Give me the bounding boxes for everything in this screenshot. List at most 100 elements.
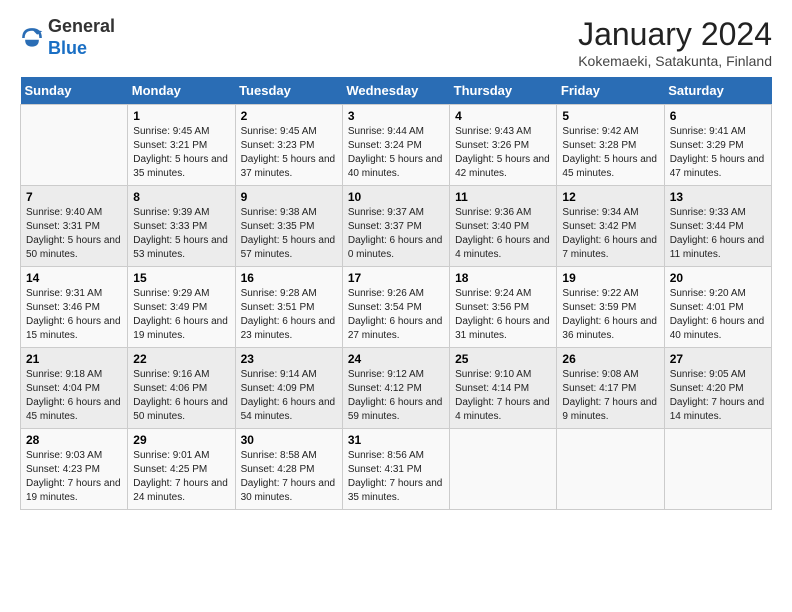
day-info: Sunrise: 9:37 AMSunset: 3:37 PMDaylight:… bbox=[348, 206, 444, 262]
day-number: 6 bbox=[670, 109, 766, 123]
calendar-cell: 23Sunrise: 9:14 AMSunset: 4:09 PMDayligh… bbox=[235, 348, 342, 429]
calendar-cell bbox=[21, 105, 128, 186]
logo-general: General bbox=[48, 16, 115, 36]
day-number: 18 bbox=[455, 271, 551, 285]
day-number: 26 bbox=[562, 352, 658, 366]
day-number: 29 bbox=[133, 433, 229, 447]
calendar-cell: 8Sunrise: 9:39 AMSunset: 3:33 PMDaylight… bbox=[128, 186, 235, 267]
day-info: Sunrise: 8:56 AMSunset: 4:31 PMDaylight:… bbox=[348, 449, 444, 505]
calendar-cell: 18 Sunrise: 9:24 AMSunset: 3:56 PMDayligh… bbox=[450, 267, 557, 348]
day-info: Sunrise: 9:43 AMSunset: 3:26 PMDaylight:… bbox=[455, 125, 551, 181]
calendar-cell: 10Sunrise: 9:37 AMSunset: 3:37 PMDayligh… bbox=[342, 186, 449, 267]
day-info: Sunrise: 9:44 AMSunset: 3:24 PMDaylight:… bbox=[348, 125, 444, 181]
day-info: Sunrise: 9:36 AMSunset: 3:40 PMDaylight:… bbox=[455, 206, 551, 262]
calendar-cell: 31 Sunrise: 8:56 AMSunset: 4:31 PMDayligh… bbox=[342, 429, 449, 510]
day-header-monday: Monday bbox=[128, 77, 235, 105]
calendar-cell: 27Sunrise: 9:05 AMSunset: 4:20 PMDayligh… bbox=[664, 348, 771, 429]
day-info: Sunrise: 9:01 AMSunset: 4:25 PMDaylight:… bbox=[133, 449, 229, 505]
calendar-cell: 25Sunrise: 9:10 AMSunset: 4:14 PMDayligh… bbox=[450, 348, 557, 429]
calendar-cell: 2 Sunrise: 9:45 AMSunset: 3:23 PMDaylight… bbox=[235, 105, 342, 186]
logo-text: General Blue bbox=[48, 16, 115, 59]
calendar-cell: 20 Sunrise: 9:20 AMSunset: 4:01 PMDayligh… bbox=[664, 267, 771, 348]
day-info: Sunrise: 9:29 AMSunset: 3:49 PMDaylight:… bbox=[133, 287, 229, 343]
calendar-cell: 6 Sunrise: 9:41 AMSunset: 3:29 PMDaylight… bbox=[664, 105, 771, 186]
day-header-wednesday: Wednesday bbox=[342, 77, 449, 105]
day-info: Sunrise: 9:24 AMSunset: 3:56 PMDaylight:… bbox=[455, 287, 551, 343]
day-info: Sunrise: 9:40 AMSunset: 3:31 PMDaylight:… bbox=[26, 206, 122, 262]
location-subtitle: Kokemaeki, Satakunta, Finland bbox=[578, 53, 772, 69]
calendar-cell: 15 Sunrise: 9:29 AMSunset: 3:49 PMDayligh… bbox=[128, 267, 235, 348]
logo-blue: Blue bbox=[48, 38, 87, 58]
day-number: 23 bbox=[241, 352, 337, 366]
day-info: Sunrise: 9:10 AMSunset: 4:14 PMDaylight:… bbox=[455, 368, 551, 424]
day-info: Sunrise: 9:42 AMSunset: 3:28 PMDaylight:… bbox=[562, 125, 658, 181]
calendar-cell: 4 Sunrise: 9:43 AMSunset: 3:26 PMDaylight… bbox=[450, 105, 557, 186]
week-row-4: 21Sunrise: 9:18 AMSunset: 4:04 PMDayligh… bbox=[21, 348, 772, 429]
logo-icon bbox=[20, 26, 44, 50]
calendar-cell: 16Sunrise: 9:28 AMSunset: 3:51 PMDayligh… bbox=[235, 267, 342, 348]
day-headers-row: SundayMondayTuesdayWednesdayThursdayFrid… bbox=[21, 77, 772, 105]
calendar-cell: 29 Sunrise: 9:01 AMSunset: 4:25 PMDayligh… bbox=[128, 429, 235, 510]
calendar-cell: 5 Sunrise: 9:42 AMSunset: 3:28 PMDaylight… bbox=[557, 105, 664, 186]
calendar-cell: 17 Sunrise: 9:26 AMSunset: 3:54 PMDayligh… bbox=[342, 267, 449, 348]
calendar-cell bbox=[450, 429, 557, 510]
day-number: 14 bbox=[26, 271, 122, 285]
day-number: 11 bbox=[455, 190, 551, 204]
day-number: 4 bbox=[455, 109, 551, 123]
calendar-cell: 9Sunrise: 9:38 AMSunset: 3:35 PMDaylight… bbox=[235, 186, 342, 267]
calendar-cell: 19Sunrise: 9:22 AMSunset: 3:59 PMDayligh… bbox=[557, 267, 664, 348]
day-info: Sunrise: 9:45 AMSunset: 3:23 PMDaylight:… bbox=[241, 125, 337, 181]
week-row-3: 14 Sunrise: 9:31 AMSunset: 3:46 PMDayligh… bbox=[21, 267, 772, 348]
day-info: Sunrise: 9:18 AMSunset: 4:04 PMDaylight:… bbox=[26, 368, 122, 424]
day-header-sunday: Sunday bbox=[21, 77, 128, 105]
day-info: Sunrise: 9:34 AMSunset: 3:42 PMDaylight:… bbox=[562, 206, 658, 262]
day-number: 12 bbox=[562, 190, 658, 204]
calendar-cell: 30 Sunrise: 8:58 AMSunset: 4:28 PMDayligh… bbox=[235, 429, 342, 510]
page-header: General Blue January 2024 Kokemaeki, Sat… bbox=[20, 16, 772, 69]
calendar-cell: 7 Sunrise: 9:40 AMSunset: 3:31 PMDaylight… bbox=[21, 186, 128, 267]
calendar-cell: 24 Sunrise: 9:12 AMSunset: 4:12 PMDayligh… bbox=[342, 348, 449, 429]
day-number: 19 bbox=[562, 271, 658, 285]
day-number: 20 bbox=[670, 271, 766, 285]
logo: General Blue bbox=[20, 16, 115, 59]
day-info: Sunrise: 9:41 AMSunset: 3:29 PMDaylight:… bbox=[670, 125, 766, 181]
calendar-cell bbox=[664, 429, 771, 510]
day-info: Sunrise: 9:03 AMSunset: 4:23 PMDaylight:… bbox=[26, 449, 122, 505]
title-block: January 2024 Kokemaeki, Satakunta, Finla… bbox=[578, 16, 772, 69]
day-number: 31 bbox=[348, 433, 444, 447]
day-info: Sunrise: 9:31 AMSunset: 3:46 PMDaylight:… bbox=[26, 287, 122, 343]
calendar-cell: 28Sunrise: 9:03 AMSunset: 4:23 PMDayligh… bbox=[21, 429, 128, 510]
day-number: 5 bbox=[562, 109, 658, 123]
day-number: 22 bbox=[133, 352, 229, 366]
day-number: 2 bbox=[241, 109, 337, 123]
day-header-tuesday: Tuesday bbox=[235, 77, 342, 105]
calendar-cell: 26 Sunrise: 9:08 AMSunset: 4:17 PMDayligh… bbox=[557, 348, 664, 429]
calendar-cell: 3Sunrise: 9:44 AMSunset: 3:24 PMDaylight… bbox=[342, 105, 449, 186]
week-row-2: 7 Sunrise: 9:40 AMSunset: 3:31 PMDaylight… bbox=[21, 186, 772, 267]
day-header-thursday: Thursday bbox=[450, 77, 557, 105]
calendar-cell: 1 Sunrise: 9:45 AMSunset: 3:21 PMDaylight… bbox=[128, 105, 235, 186]
calendar-table: SundayMondayTuesdayWednesdayThursdayFrid… bbox=[20, 77, 772, 510]
day-info: Sunrise: 9:05 AMSunset: 4:20 PMDaylight:… bbox=[670, 368, 766, 424]
week-row-1: 1 Sunrise: 9:45 AMSunset: 3:21 PMDaylight… bbox=[21, 105, 772, 186]
day-number: 13 bbox=[670, 190, 766, 204]
day-number: 1 bbox=[133, 109, 229, 123]
calendar-cell: 12 Sunrise: 9:34 AMSunset: 3:42 PMDayligh… bbox=[557, 186, 664, 267]
day-info: Sunrise: 8:58 AMSunset: 4:28 PMDaylight:… bbox=[241, 449, 337, 505]
day-info: Sunrise: 9:08 AMSunset: 4:17 PMDaylight:… bbox=[562, 368, 658, 424]
day-number: 15 bbox=[133, 271, 229, 285]
calendar-cell bbox=[557, 429, 664, 510]
day-info: Sunrise: 9:26 AMSunset: 3:54 PMDaylight:… bbox=[348, 287, 444, 343]
day-info: Sunrise: 9:20 AMSunset: 4:01 PMDaylight:… bbox=[670, 287, 766, 343]
day-number: 24 bbox=[348, 352, 444, 366]
day-number: 30 bbox=[241, 433, 337, 447]
day-number: 17 bbox=[348, 271, 444, 285]
day-info: Sunrise: 9:12 AMSunset: 4:12 PMDaylight:… bbox=[348, 368, 444, 424]
calendar-cell: 14 Sunrise: 9:31 AMSunset: 3:46 PMDayligh… bbox=[21, 267, 128, 348]
calendar-cell: 22Sunrise: 9:16 AMSunset: 4:06 PMDayligh… bbox=[128, 348, 235, 429]
month-title: January 2024 bbox=[578, 16, 772, 53]
day-header-friday: Friday bbox=[557, 77, 664, 105]
day-number: 7 bbox=[26, 190, 122, 204]
calendar-cell: 21Sunrise: 9:18 AMSunset: 4:04 PMDayligh… bbox=[21, 348, 128, 429]
day-info: Sunrise: 9:45 AMSunset: 3:21 PMDaylight:… bbox=[133, 125, 229, 181]
